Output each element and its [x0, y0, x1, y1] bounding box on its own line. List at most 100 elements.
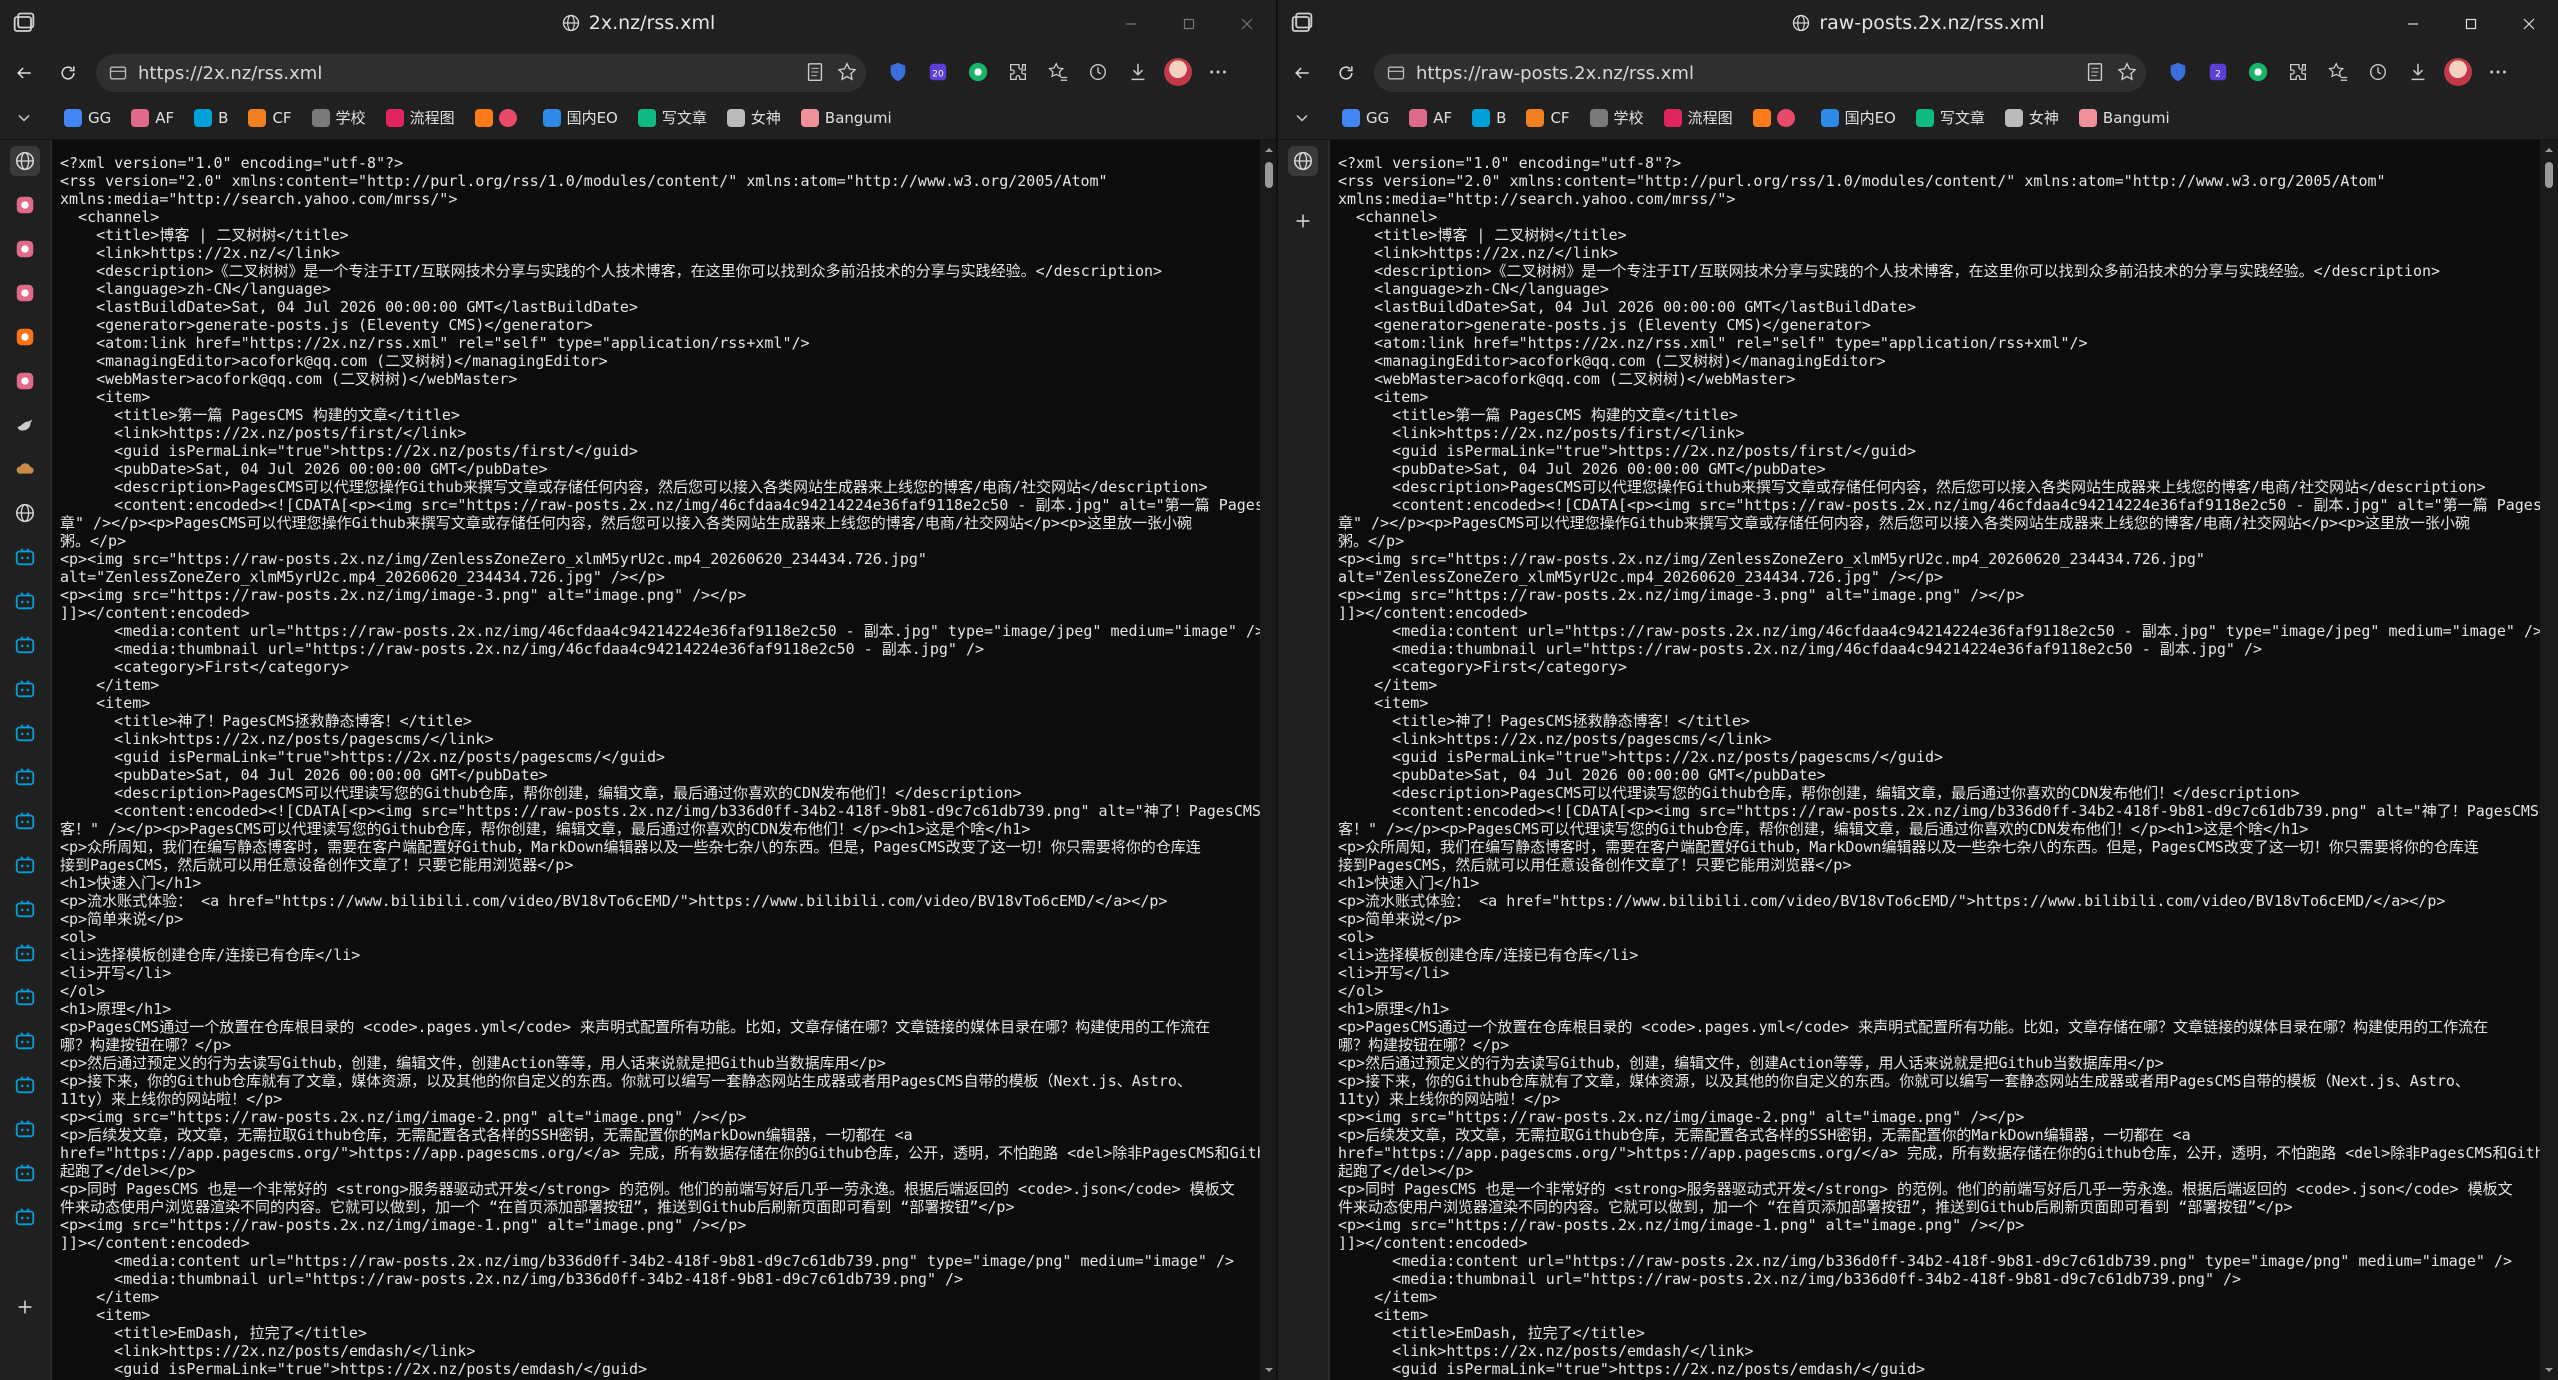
vertical-tab[interactable]: [10, 1202, 40, 1232]
bookmark-item[interactable]: Bangumi: [800, 108, 892, 127]
extensions-button[interactable]: [1004, 58, 1032, 86]
site-info-icon[interactable]: [1386, 63, 1406, 83]
vertical-tab[interactable]: [10, 322, 40, 352]
bookmark-item[interactable]: 女神: [2004, 107, 2059, 128]
page-content[interactable]: <?xml version="1.0" encoding="utf-8"?> <r…: [52, 140, 1276, 1380]
vertical-tab[interactable]: [10, 190, 40, 220]
vertical-tab[interactable]: [10, 278, 40, 308]
scrollbar-thumb[interactable]: [1265, 162, 1273, 188]
bookmark-item[interactable]: 国内EO: [1820, 107, 1896, 128]
vertical-tab[interactable]: [10, 542, 40, 572]
scrollbar[interactable]: [2540, 140, 2558, 1380]
history-button[interactable]: [2364, 58, 2392, 86]
vertical-tab[interactable]: [10, 674, 40, 704]
downloads-button[interactable]: [2404, 58, 2432, 86]
bookmark-item[interactable]: AF: [131, 108, 174, 127]
history-button[interactable]: [1084, 58, 1112, 86]
favorites-button[interactable]: [2324, 58, 2352, 86]
bookmark-item[interactable]: 学校: [311, 107, 366, 128]
scroll-up-icon[interactable]: [1263, 144, 1275, 156]
vertical-tab[interactable]: [10, 146, 40, 176]
bookmark-item[interactable]: AF: [1409, 108, 1452, 127]
minimize-button[interactable]: [1102, 0, 1160, 48]
vertical-tab[interactable]: [10, 1158, 40, 1188]
scroll-up-icon[interactable]: [2543, 144, 2555, 156]
extension-green-button[interactable]: [2244, 58, 2272, 86]
vertical-tab[interactable]: [10, 1114, 40, 1144]
vertical-tab[interactable]: [10, 1026, 40, 1056]
back-button[interactable]: [1286, 57, 1318, 89]
bookmark-item[interactable]: GG: [64, 108, 111, 127]
bookmark-item[interactable]: 女神: [726, 107, 781, 128]
vertical-tab[interactable]: [10, 850, 40, 880]
bookmark-item[interactable]: CF: [248, 108, 292, 127]
profile-button[interactable]: [2444, 58, 2472, 86]
vertical-tab[interactable]: [10, 630, 40, 660]
favorites-button[interactable]: [1044, 58, 1072, 86]
scrollbar[interactable]: [1260, 140, 1276, 1380]
settings-menu-button[interactable]: [1204, 58, 1232, 86]
vertical-tab[interactable]: [10, 1070, 40, 1100]
new-tab-button[interactable]: [1288, 206, 1318, 236]
bookmark-item[interactable]: GG: [1342, 108, 1389, 127]
maximize-button[interactable]: [1160, 0, 1218, 48]
bookmark-item[interactable]: CF: [1526, 108, 1570, 127]
back-button[interactable]: [8, 57, 40, 89]
vertical-tab[interactable]: [10, 498, 40, 528]
bookmark-item[interactable]: Bangumi: [2078, 108, 2170, 127]
scroll-down-icon[interactable]: [1263, 1364, 1275, 1376]
favorite-star-icon[interactable]: [2116, 61, 2138, 83]
site-info-icon[interactable]: [108, 63, 128, 83]
vertical-tab[interactable]: [10, 454, 40, 484]
vertical-tab[interactable]: [10, 762, 40, 792]
extensions-button[interactable]: [2284, 58, 2312, 86]
extension-shield-button[interactable]: [2164, 58, 2192, 86]
scroll-down-icon[interactable]: [2543, 1364, 2555, 1376]
refresh-button[interactable]: [1330, 57, 1362, 89]
title-bar[interactable]: raw-posts.2x.nz/rss.xml: [1278, 0, 2558, 48]
address-bar[interactable]: https://raw-posts.2x.nz/rss.xml: [1374, 54, 2146, 92]
profile-button[interactable]: [1164, 58, 1192, 86]
bookmark-item[interactable]: B: [194, 108, 228, 127]
vertical-tab[interactable]: [10, 982, 40, 1012]
bookmark-item[interactable]: 写文章: [1915, 107, 1985, 128]
address-bar[interactable]: https://2x.nz/rss.xml: [96, 54, 866, 92]
url-text[interactable]: https://2x.nz/rss.xml: [138, 63, 322, 84]
favorite-star-icon[interactable]: [836, 61, 858, 83]
bookmark-item[interactable]: [474, 108, 523, 127]
extension-shield-button[interactable]: [884, 58, 912, 86]
bookmark-item[interactable]: B: [1472, 108, 1506, 127]
vertical-tab[interactable]: [10, 938, 40, 968]
vertical-tab[interactable]: [10, 234, 40, 264]
vertical-tab[interactable]: [1288, 146, 1318, 176]
close-button[interactable]: [1218, 0, 1276, 48]
chevron-down-icon[interactable]: [1292, 108, 1312, 128]
scrollbar-thumb[interactable]: [2545, 162, 2553, 188]
vertical-tab[interactable]: [10, 718, 40, 748]
bookmark-item[interactable]: 写文章: [637, 107, 707, 128]
bookmark-item[interactable]: 国内EO: [542, 107, 618, 128]
page-content[interactable]: <?xml version="1.0" encoding="utf-8"?> <r…: [1330, 140, 2558, 1380]
bookmark-item[interactable]: 流程图: [1663, 107, 1733, 128]
vertical-tab[interactable]: [10, 586, 40, 616]
minimize-button[interactable]: [2384, 0, 2442, 48]
reader-view-icon[interactable]: [804, 61, 826, 83]
extension-purple-button[interactable]: 20: [924, 58, 952, 86]
downloads-button[interactable]: [1124, 58, 1152, 86]
extension-purple-button[interactable]: 2: [2204, 58, 2232, 86]
url-text[interactable]: https://raw-posts.2x.nz/rss.xml: [1416, 63, 1694, 84]
maximize-button[interactable]: [2442, 0, 2500, 48]
reader-view-icon[interactable]: [2084, 61, 2106, 83]
settings-menu-button[interactable]: [2484, 58, 2512, 86]
vertical-tab[interactable]: [10, 366, 40, 396]
bookmark-item[interactable]: 流程图: [385, 107, 455, 128]
bookmark-item[interactable]: 学校: [1589, 107, 1644, 128]
refresh-button[interactable]: [52, 57, 84, 89]
new-tab-button[interactable]: [10, 1292, 40, 1322]
extension-green-button[interactable]: [964, 58, 992, 86]
close-button[interactable]: [2500, 0, 2558, 48]
vertical-tab[interactable]: [10, 894, 40, 924]
chevron-down-icon[interactable]: [14, 108, 34, 128]
title-bar[interactable]: 2x.nz/rss.xml: [0, 0, 1276, 48]
vertical-tab[interactable]: [10, 410, 40, 440]
